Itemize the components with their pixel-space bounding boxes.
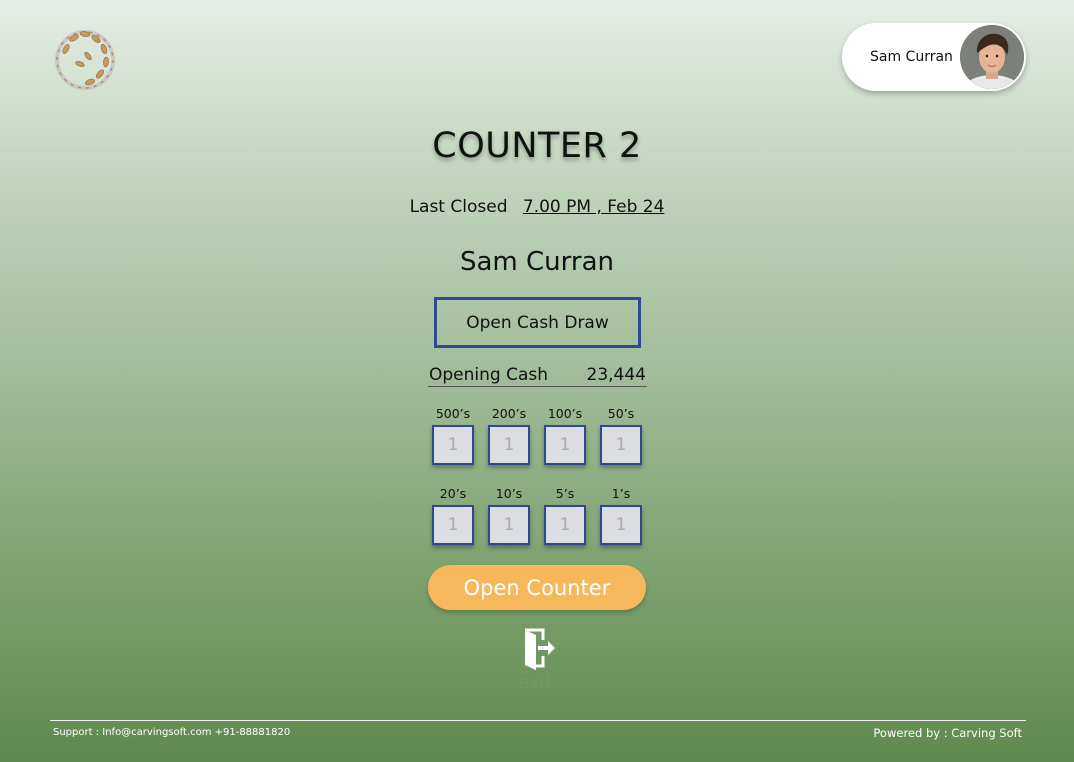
denomination-label: 5’s (555, 486, 575, 501)
denomination-label: 200’s (491, 406, 527, 421)
opening-cash-label: Opening Cash (429, 365, 549, 385)
denomination-100: 100’s (542, 406, 588, 465)
denomination-1: 1’s (598, 486, 644, 545)
denomination-50-input[interactable] (600, 425, 642, 465)
denomination-5-input[interactable] (544, 505, 586, 545)
denomination-1-input[interactable] (600, 505, 642, 545)
denomination-200-input[interactable] (488, 425, 530, 465)
opening-cash-row: Opening Cash 23,444 (428, 365, 647, 387)
denomination-200: 200’s (486, 406, 532, 465)
exit-button[interactable]: exit (505, 626, 565, 693)
denomination-500-input[interactable] (432, 425, 474, 465)
denomination-label: 50’s (607, 406, 635, 421)
operator-name: Sam Curran (460, 247, 614, 277)
footer-divider (50, 720, 1026, 721)
user-profile-pill[interactable]: Sam Curran (842, 23, 1026, 91)
brand-logo-icon (55, 30, 115, 90)
denomination-10-input[interactable] (488, 505, 530, 545)
denomination-50: 50’s (598, 406, 644, 465)
denomination-500: 500’s (430, 406, 476, 465)
denomination-label: 500’s (435, 406, 471, 421)
opening-cash-value: 23,444 (586, 365, 646, 385)
denomination-label: 10’s (495, 486, 523, 501)
open-cash-draw-button[interactable]: Open Cash Draw (434, 297, 641, 348)
exit-door-icon (525, 628, 555, 670)
denomination-20-input[interactable] (432, 505, 474, 545)
page-title: COUNTER 2 (432, 126, 642, 166)
last-closed-value: 7.00 PM , Feb 24 (522, 197, 665, 217)
support-contact: Support : Info@carvingsoft.com +91-88881… (53, 727, 291, 738)
denomination-100-input[interactable] (544, 425, 586, 465)
denomination-10: 10’s (486, 486, 532, 545)
powered-by: Powered by : Carving Soft (873, 726, 1022, 740)
denomination-5: 5’s (542, 486, 588, 545)
avatar[interactable] (960, 25, 1024, 89)
exit-label: exit (518, 672, 552, 693)
denomination-20: 20’s (430, 486, 476, 545)
last-closed-label: Last Closed (409, 197, 508, 217)
open-counter-button[interactable]: Open Counter (428, 565, 646, 610)
avatar-portrait-icon (960, 25, 1024, 89)
denomination-label: 1’s (611, 486, 631, 501)
user-name: Sam Curran (870, 49, 953, 65)
denomination-label: 100’s (547, 406, 583, 421)
denomination-label: 20’s (439, 486, 467, 501)
last-closed-info: Last Closed 7.00 PM , Feb 24 (0, 197, 1074, 217)
